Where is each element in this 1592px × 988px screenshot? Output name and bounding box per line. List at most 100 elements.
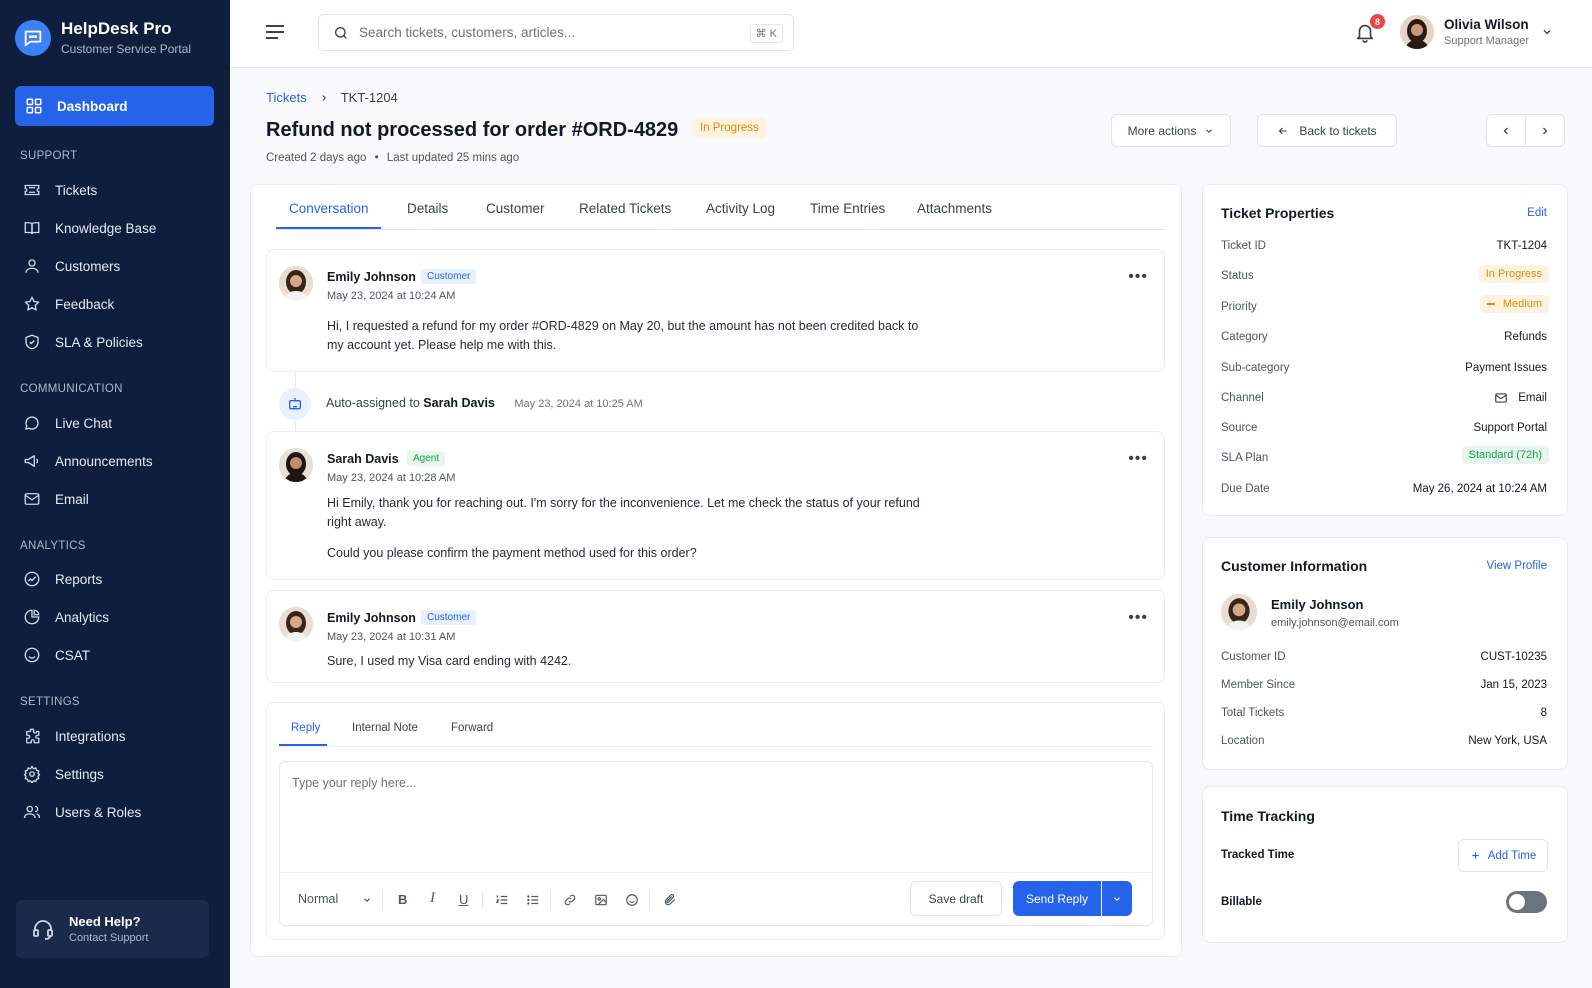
mail-icon (1495, 393, 1508, 403)
tab-internal-note[interactable]: Internal Note (352, 722, 418, 734)
link-icon[interactable] (563, 893, 577, 907)
back-to-tickets-button[interactable]: Back to tickets (1257, 114, 1397, 147)
mail-icon (24, 493, 40, 505)
sidebar-item-customers[interactable]: Customers (23, 257, 120, 275)
chevron-down-icon (1206, 128, 1213, 133)
message-time: May 23, 2024 at 10:24 AM (327, 290, 456, 302)
chat-icon (25, 416, 39, 430)
tab-reply[interactable]: Reply (291, 722, 320, 734)
image-icon[interactable] (594, 893, 608, 907)
more-options-icon[interactable]: ••• (1128, 450, 1148, 468)
italic-icon[interactable]: I (430, 890, 435, 907)
prop-label: Member Since (1221, 679, 1296, 691)
prop-value: 8 (1540, 707, 1547, 719)
avatar (1221, 594, 1257, 630)
user-role: Support Manager (1444, 35, 1529, 47)
sidebar-item-announcements[interactable]: Announcements (23, 452, 153, 470)
sidebar-item-label: Knowledge Base (55, 220, 157, 236)
bullet-list-icon[interactable] (526, 893, 540, 907)
sidebar-item-sla-policies[interactable]: SLA & Policies (23, 333, 143, 351)
breadcrumb-tickets[interactable]: Tickets (266, 90, 307, 105)
sidebar-item-dashboard[interactable]: Dashboard (15, 86, 214, 126)
priority-value: Medium (1502, 298, 1542, 310)
next-ticket-button[interactable] (1525, 114, 1565, 147)
ticket-meta: Created 2 days ago • Last updated 25 min… (266, 152, 519, 164)
minus-icon (1486, 303, 1495, 305)
sidebar-item-integrations[interactable]: Integrations (23, 727, 126, 745)
event-time: May 23, 2024 at 10:25 AM (514, 398, 643, 410)
more-options-icon[interactable]: ••• (1128, 609, 1148, 627)
ticket-properties-card: Ticket Properties Edit Ticket ID TKT-120… (1202, 184, 1568, 516)
search-input[interactable] (359, 25, 739, 40)
format-value: Normal (298, 892, 339, 906)
numbered-list-icon[interactable] (495, 893, 509, 907)
tab-attachments[interactable]: Attachments (917, 201, 992, 216)
user-menu[interactable]: Olivia Wilson Support Manager (1400, 15, 1553, 49)
tab-time-entries[interactable]: Time Entries (810, 201, 885, 216)
help-title: Need Help? (69, 914, 141, 929)
sidebar-item-label: Tickets (55, 182, 98, 198)
prop-label: Total Tickets (1221, 707, 1285, 719)
search-bar[interactable]: ⌘ K (318, 14, 794, 51)
prop-label: SLA Plan (1221, 452, 1269, 464)
paperclip-icon[interactable] (663, 893, 677, 907)
sidebar-item-email[interactable]: Email (23, 490, 89, 508)
prop-label: Status (1221, 270, 1254, 282)
reply-textarea[interactable] (280, 762, 1152, 870)
arrow-left-icon (1279, 127, 1287, 134)
sidebar-item-label: Analytics (55, 609, 110, 625)
tab-customer[interactable]: Customer (486, 201, 545, 216)
sidebar-item-feedback[interactable]: Feedback (23, 295, 114, 313)
tab-details[interactable]: Details (407, 201, 448, 216)
prop-label: Location (1221, 735, 1265, 747)
message-card: Sarah Davis Agent May 23, 2024 at 10:28 … (266, 431, 1165, 580)
sidebar-item-settings[interactable]: Settings (23, 765, 104, 783)
gauge-icon (24, 571, 40, 587)
menu-icon[interactable] (265, 24, 285, 40)
editor-toolbar: Normal B I U Save draft Send Reply (280, 872, 1152, 926)
emoji-icon[interactable] (625, 893, 639, 907)
underline-icon[interactable]: U (459, 892, 468, 907)
tab-activity-log[interactable]: Activity Log (706, 201, 775, 216)
send-reply-button[interactable]: Send Reply (1013, 881, 1101, 916)
tab-conversation[interactable]: Conversation (289, 201, 369, 216)
author-name: Sarah Davis (327, 452, 399, 466)
sidebar-item-users-roles[interactable]: Users & Roles (23, 803, 141, 821)
more-actions-button[interactable]: More actions (1111, 114, 1231, 147)
tab-related-tickets[interactable]: Related Tickets (579, 201, 671, 216)
more-options-icon[interactable]: ••• (1128, 268, 1148, 286)
add-time-button[interactable]: Add Time (1458, 839, 1548, 872)
sidebar-item-knowledge-base[interactable]: Knowledge Base (23, 219, 156, 237)
card-title: Ticket Properties (1221, 205, 1335, 221)
prop-label: Source (1221, 422, 1258, 434)
sidebar-item-label: Feedback (55, 296, 115, 312)
send-options-button[interactable] (1102, 881, 1132, 916)
save-draft-button[interactable]: Save draft (910, 881, 1002, 916)
message-time: May 23, 2024 at 10:31 AM (327, 631, 456, 643)
sla-badge: Standard (72h) (1461, 446, 1549, 464)
pie-chart-icon (24, 609, 40, 625)
help-card[interactable]: Need Help? Contact Support (16, 900, 209, 958)
avatar (279, 266, 313, 300)
view-profile-link[interactable]: View Profile (1486, 560, 1547, 572)
sidebar-item-reports[interactable]: Reports (23, 570, 102, 588)
sidebar-item-live-chat[interactable]: Live Chat (23, 414, 112, 432)
edit-link[interactable]: Edit (1527, 207, 1547, 219)
tracked-time-label: Tracked Time (1221, 849, 1295, 861)
prop-label: Ticket ID (1221, 240, 1266, 252)
sidebar-item-csat[interactable]: CSAT (23, 646, 90, 664)
sidebar-item-analytics[interactable]: Analytics (23, 608, 109, 626)
notification-badge: 8 (1370, 14, 1385, 29)
author-name: Emily Johnson (327, 270, 416, 284)
sidebar-item-tickets[interactable]: Tickets (23, 181, 97, 199)
prev-ticket-button[interactable] (1486, 114, 1526, 147)
brand[interactable]: HelpDesk Pro Customer Service Portal (15, 19, 191, 56)
billable-toggle[interactable] (1506, 891, 1547, 913)
chevron-right-icon (322, 94, 326, 101)
reply-editor: Normal B I U (279, 761, 1153, 926)
format-select[interactable]: Normal (298, 892, 372, 906)
tab-forward[interactable]: Forward (451, 722, 493, 734)
chevron-left-icon (1503, 127, 1508, 134)
help-subtitle: Contact Support (69, 932, 149, 944)
bold-icon[interactable]: B (398, 892, 407, 907)
